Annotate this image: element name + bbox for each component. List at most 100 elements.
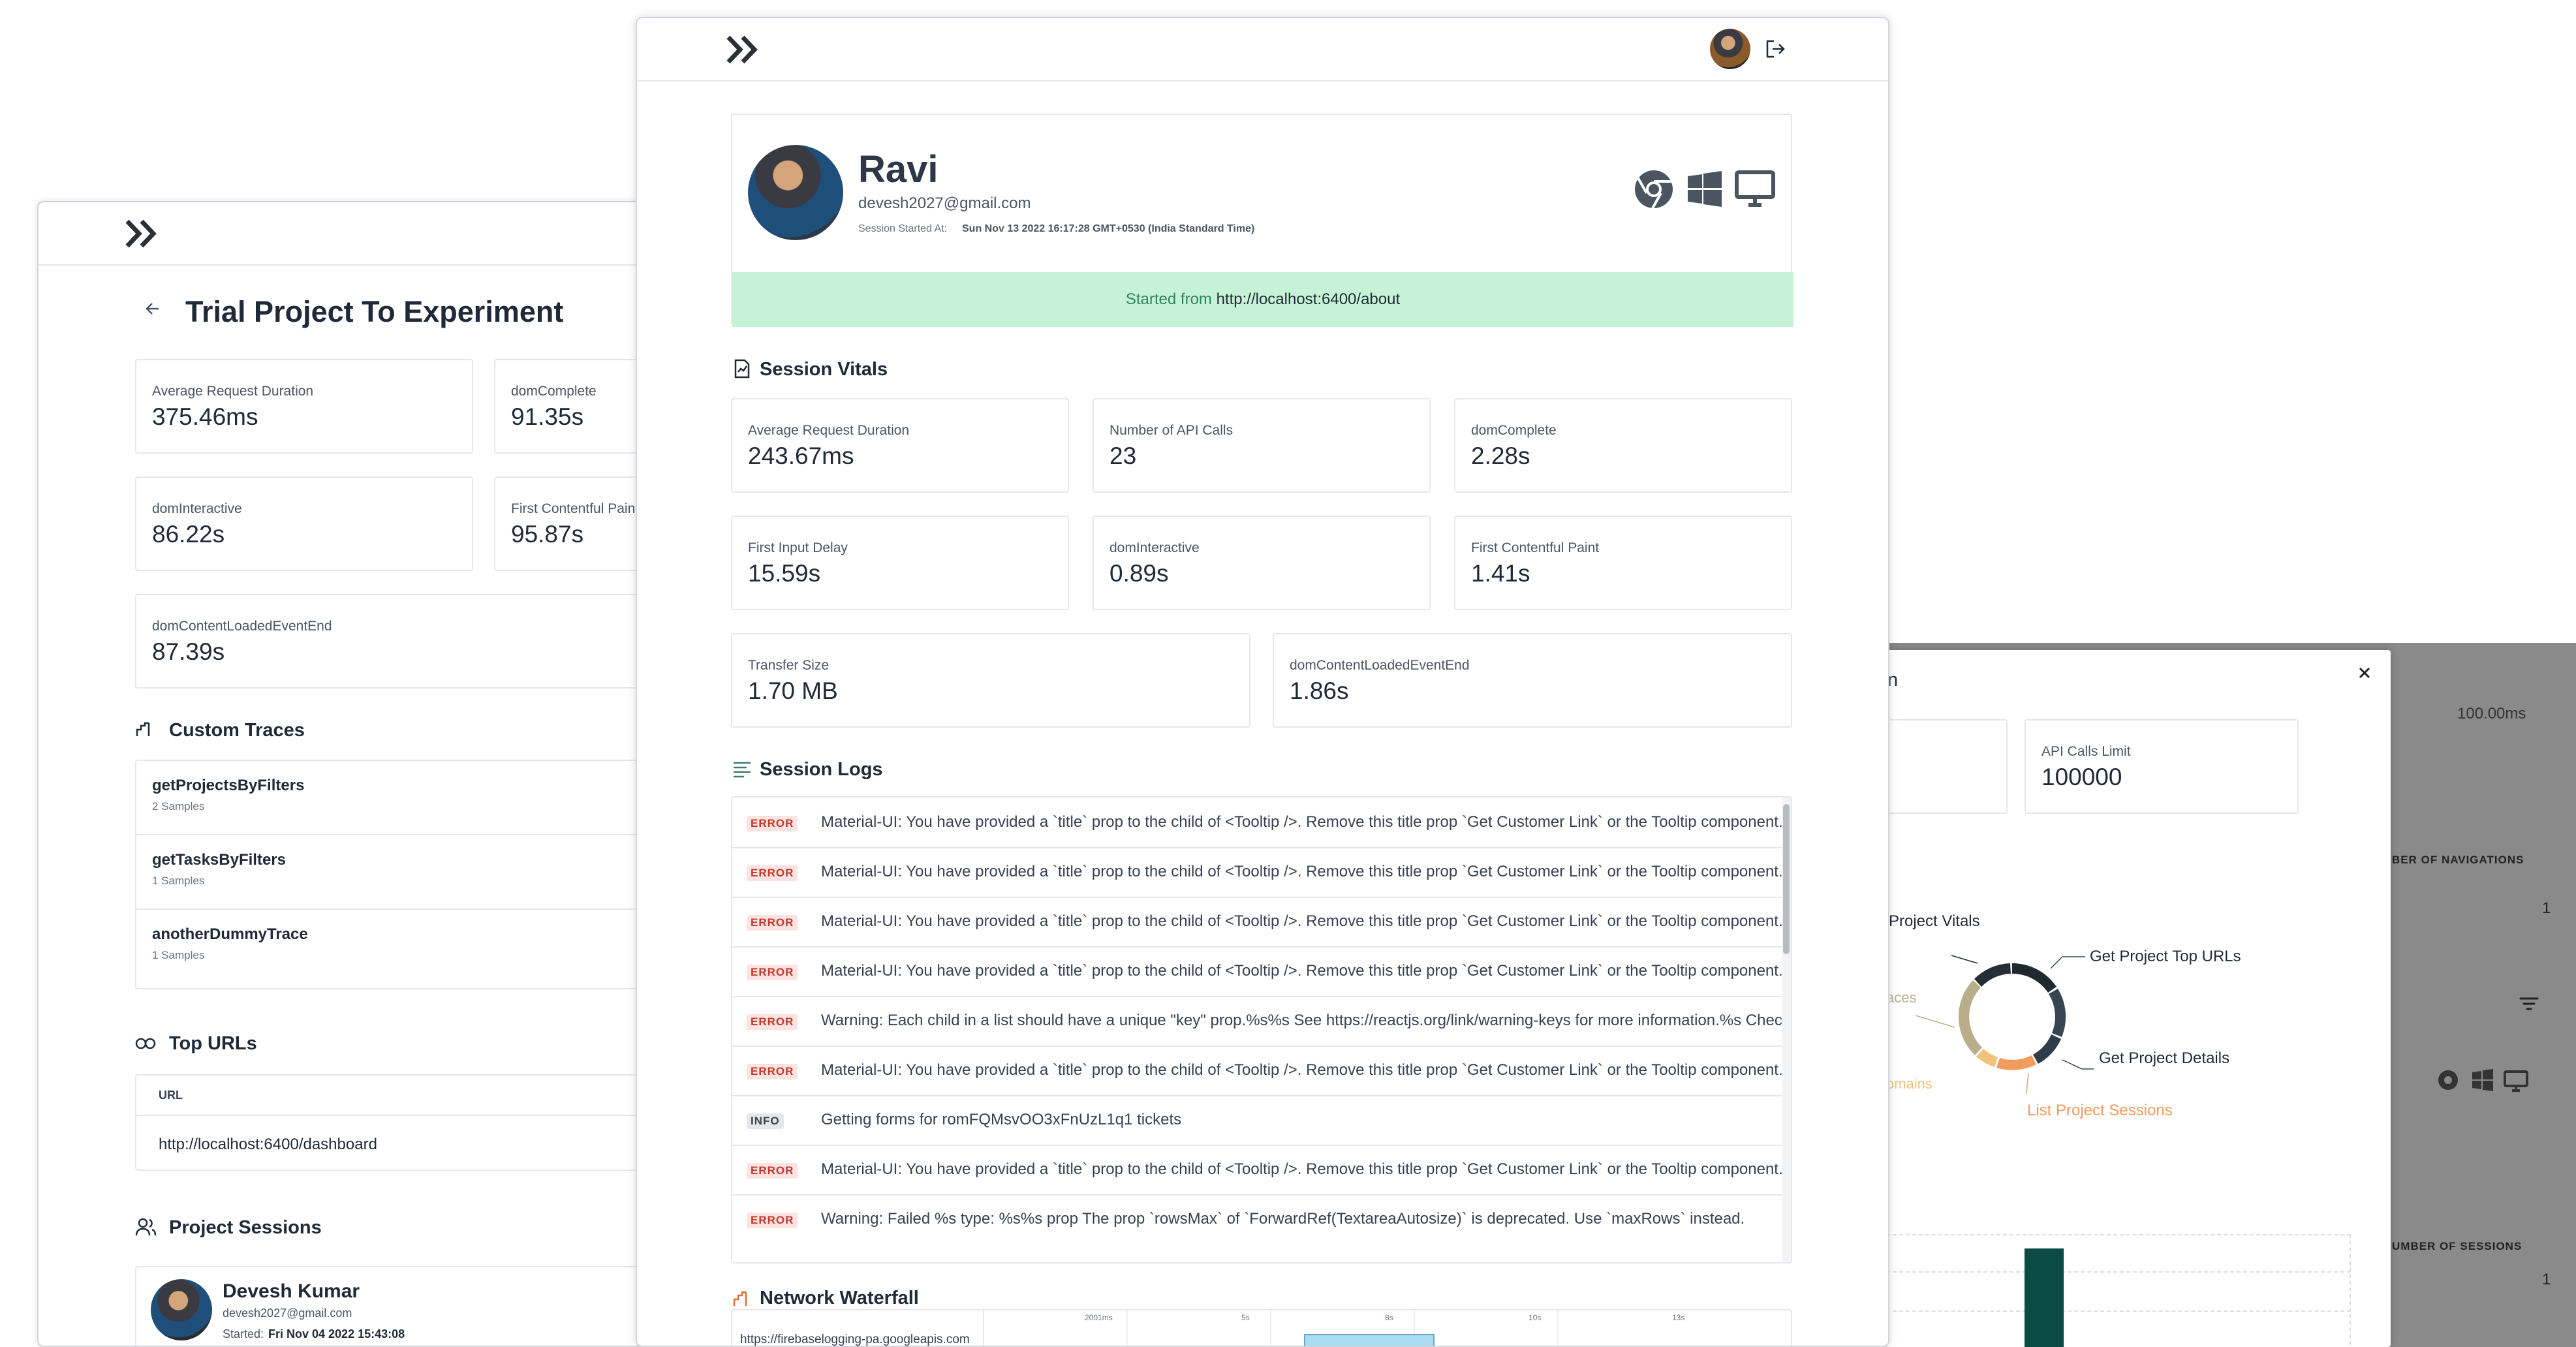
logs-scrollbar[interactable] bbox=[1782, 797, 1791, 1262]
user-email: devesh2027@gmail.com bbox=[858, 194, 1031, 212]
vital-card: domInteractive 0.89s bbox=[1093, 516, 1431, 610]
traces-list: getProjectsByFilters 2 Samples getTasksB… bbox=[135, 760, 689, 989]
log-level-badge: ERROR bbox=[747, 965, 798, 980]
users-icon bbox=[135, 1217, 157, 1237]
waterfall-tick: 13s bbox=[1672, 1313, 1685, 1322]
banner-text: Started from http://localhost:6400/about bbox=[732, 290, 1793, 309]
waterfall-bar[interactable] bbox=[1304, 1334, 1435, 1346]
top-urls-title: Top URLs bbox=[169, 1033, 257, 1054]
log-level-badge: ERROR bbox=[747, 1014, 798, 1030]
started-from-banner: Started from http://localhost:6400/about bbox=[732, 272, 1793, 327]
session-window: Ravi devesh2027@gmail.com Session Starte… bbox=[636, 17, 1889, 1347]
waterfall-tick: 10s bbox=[1529, 1313, 1542, 1322]
log-level-badge: ERROR bbox=[747, 1163, 798, 1179]
log-message: Warning: Failed %s type: %s%s prop The p… bbox=[821, 1210, 1745, 1228]
project-title: Trial Project To Experiment bbox=[185, 295, 564, 328]
stat-card: Average Request Duration 375.46ms bbox=[135, 359, 473, 454]
session-started-value: Sun Nov 13 2022 16:17:28 GMT+0530 (India… bbox=[962, 223, 1255, 234]
stat-card: domInteractive 86.22s bbox=[135, 476, 473, 571]
trace-name: getTasksByFilters bbox=[152, 851, 286, 869]
log-level-badge: ERROR bbox=[747, 865, 798, 881]
donut-label-domains: omains bbox=[1886, 1076, 1932, 1092]
log-message: Material-UI: You have provided a `title`… bbox=[821, 813, 1783, 831]
vital-card: Transfer Size 1.70 MB bbox=[731, 633, 1250, 728]
trace-item[interactable]: getTasksByFilters 1 Samples bbox=[136, 835, 689, 908]
vital-value: 1.70 MB bbox=[748, 677, 838, 704]
logs-icon bbox=[732, 761, 752, 778]
trace-samples: 1 Samples bbox=[152, 949, 205, 961]
log-level-badge: ERROR bbox=[747, 1213, 798, 1228]
vital-card: domContentLoadedEventEnd 1.86s bbox=[1273, 633, 1792, 728]
browser-os-icons bbox=[2436, 1067, 2534, 1093]
log-row: ERROR Material-UI: You have provided a `… bbox=[732, 1145, 1783, 1194]
stat-value: 86.22s bbox=[152, 521, 225, 548]
vital-label: Average Request Duration bbox=[748, 423, 910, 438]
trace-name: getProjectsByFilters bbox=[152, 777, 305, 794]
vital-value: 1.41s bbox=[1471, 560, 1530, 587]
vital-card: First Input Delay 15.59s bbox=[731, 516, 1069, 610]
log-message: Material-UI: You have provided a `title`… bbox=[821, 1061, 1783, 1079]
stat-value: 95.87s bbox=[511, 521, 584, 548]
logout-icon[interactable] bbox=[1765, 39, 1786, 59]
desktop-icon bbox=[1734, 170, 1776, 209]
chevrons-right-icon[interactable] bbox=[724, 35, 761, 65]
url-column-header: URL bbox=[159, 1089, 183, 1102]
waterfall-tick: 5s bbox=[1241, 1313, 1250, 1322]
chevrons-right-icon[interactable] bbox=[123, 219, 160, 249]
session-card[interactable]: Devesh Kumar devesh2027@gmail.com Starte… bbox=[135, 1266, 689, 1346]
log-message: Warning: Each child in a list should hav… bbox=[821, 1012, 1790, 1029]
vital-card: domComplete 2.28s bbox=[1454, 398, 1792, 493]
session-started-label: Started: bbox=[223, 1327, 264, 1340]
donut-slice-top-urls bbox=[2049, 989, 2066, 1037]
logs-scrollbar-thumb[interactable] bbox=[1783, 804, 1790, 954]
trace-item[interactable]: getProjectsByFilters 2 Samples bbox=[136, 761, 689, 834]
vital-value: 2.28s bbox=[1471, 442, 1530, 469]
log-row: ERROR Material-UI: You have provided a `… bbox=[732, 797, 1783, 847]
log-level-badge: INFO bbox=[747, 1113, 784, 1129]
waterfall-tick: 8s bbox=[1385, 1313, 1393, 1322]
donut-slice-vitals bbox=[2012, 963, 2056, 993]
project-modal: n API Calls Limit 100000 Project Vitals … bbox=[1886, 650, 2391, 1347]
avatar[interactable] bbox=[1710, 29, 1750, 69]
log-level-badge: ERROR bbox=[747, 915, 798, 931]
header-sessions: UMBER OF SESSIONS bbox=[2392, 1240, 2522, 1252]
navigations-value: 1 bbox=[2542, 899, 2551, 917]
vital-value: 1.86s bbox=[1290, 677, 1349, 704]
trace-name: anotherDummyTrace bbox=[152, 925, 308, 943]
donut-label-traces: aces bbox=[1886, 989, 1917, 1006]
filter-icon[interactable] bbox=[2519, 997, 2539, 1011]
banner-url[interactable]: http://localhost:6400/about bbox=[1217, 290, 1401, 308]
close-icon[interactable] bbox=[2355, 663, 2374, 683]
url-cell[interactable]: http://localhost:6400/dashboard bbox=[159, 1136, 377, 1154]
vital-label: domInteractive bbox=[1110, 540, 1200, 555]
donut-label-sessions: List Project Sessions bbox=[2027, 1102, 2173, 1119]
custom-traces-title: Custom Traces bbox=[169, 720, 305, 741]
banner-prefix: Started from bbox=[1125, 290, 1212, 308]
session-started-label: Session Started At: bbox=[858, 223, 948, 234]
stat-card: domContentLoadedEventEnd 87.39s bbox=[135, 594, 689, 689]
stat-value: 87.39s bbox=[152, 638, 225, 665]
waterfall-tick: 2001ms bbox=[1085, 1313, 1113, 1322]
stat-label: First Contentful Pain bbox=[511, 501, 636, 516]
session-logs-title: Session Logs bbox=[760, 759, 883, 780]
stat-label: domComplete bbox=[511, 384, 597, 399]
trace-icon bbox=[135, 720, 153, 739]
stat-value: 375.46ms bbox=[152, 403, 258, 430]
vital-label: Transfer Size bbox=[748, 658, 830, 673]
bar-sessions bbox=[2025, 1248, 2064, 1347]
log-row: INFO Getting forms for romFQMsvOO3xFnUzL… bbox=[732, 1095, 1777, 1145]
trace-item[interactable]: anotherDummyTrace 1 Samples bbox=[136, 910, 689, 983]
stat-label: domContentLoadedEventEnd bbox=[152, 619, 332, 634]
vital-label: Number of API Calls bbox=[1110, 423, 1234, 438]
donut-label-top-urls: Get Project Top URLs bbox=[2090, 948, 2241, 965]
session-started-value: Fri Nov 04 2022 15:43:08 bbox=[268, 1327, 405, 1340]
log-message: Material-UI: You have provided a `title`… bbox=[821, 912, 1783, 930]
modal-stat-card-left bbox=[1886, 719, 2008, 814]
back-arrow-icon[interactable] bbox=[144, 300, 161, 317]
vital-card: First Contentful Paint 1.41s bbox=[1454, 516, 1792, 610]
stat-label: domInteractive bbox=[152, 501, 242, 516]
log-message: Material-UI: You have provided a `title`… bbox=[821, 962, 1783, 980]
api-calls-limit-card: API Calls Limit 100000 bbox=[2025, 719, 2299, 814]
vital-value: 0.89s bbox=[1110, 560, 1169, 587]
waterfall-url: https://firebaselogging-pa.googleapis.co… bbox=[740, 1333, 970, 1346]
